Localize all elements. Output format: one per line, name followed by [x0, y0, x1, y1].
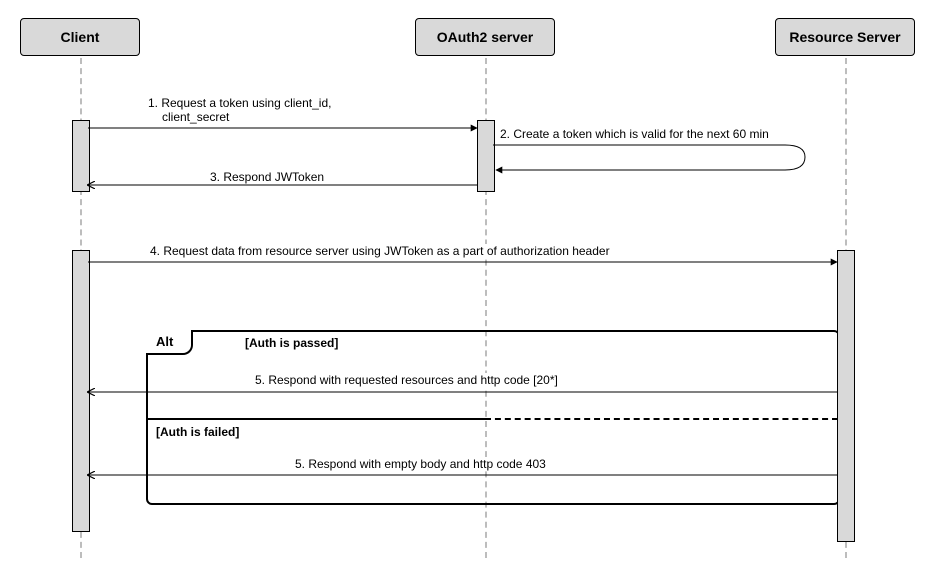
msg-respond-fail: 5. Respond with empty body and http code… [295, 457, 546, 471]
msg-respond-jwt: 3. Respond JWToken [210, 170, 324, 184]
activation-client-1 [72, 120, 90, 192]
alt-divider-solid [148, 418, 485, 420]
msg-request-data: 4. Request data from resource server usi… [150, 244, 610, 258]
msg-request-token: 1. Request a token using client_id, clie… [148, 96, 331, 124]
participant-oauth: OAuth2 server [415, 18, 555, 56]
activation-oauth-1 [477, 120, 495, 192]
msg-request-token-line1: 1. Request a token using client_id, [148, 96, 331, 110]
participant-resource: Resource Server [775, 18, 915, 56]
participant-client: Client [20, 18, 140, 56]
msg-request-token-line2: client_secret [148, 110, 229, 124]
activation-client-2 [72, 250, 90, 532]
activation-resource-1 [837, 250, 855, 542]
guard-fail: [Auth is failed] [156, 425, 239, 439]
msg-create-token: 2. Create a token which is valid for the… [500, 127, 769, 141]
alt-operator-tab: Alt [146, 330, 193, 355]
alt-divider-dashed [485, 418, 838, 420]
guard-pass: [Auth is passed] [245, 336, 338, 350]
msg-respond-success: 5. Respond with requested resources and … [255, 373, 558, 387]
